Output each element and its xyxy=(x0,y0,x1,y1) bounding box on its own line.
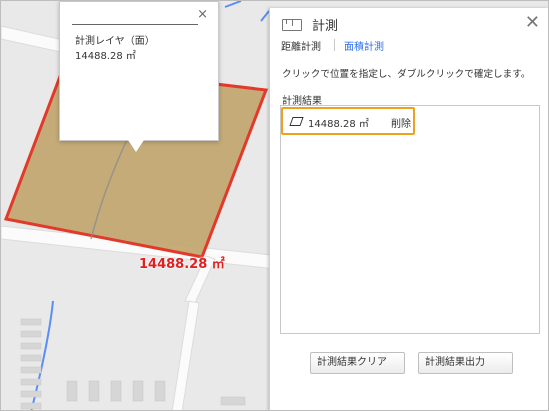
measurement-popup: × 計測レイヤ（面） 14488.28 ㎡ xyxy=(59,1,219,152)
map-area-label: 14488.28 ㎡ xyxy=(139,257,225,272)
tab-area[interactable]: 面積計測 xyxy=(344,38,384,53)
result-item[interactable]: 14488.28 ㎡ 削除 xyxy=(281,107,415,135)
instruction-text: クリックで位置を指定し、ダブルクリックで確定します。 xyxy=(282,69,531,80)
close-icon[interactable]: × xyxy=(197,7,208,22)
popup-title: 計測レイヤ（面） xyxy=(75,36,155,47)
measurement-panel: 計測 ✕ 距離計測 面積計測 クリックで位置を指定し、ダブルクリックで確定します… xyxy=(269,8,548,410)
result-value: 14488.28 ㎡ xyxy=(308,119,369,130)
export-results-button[interactable]: 計測結果出力 xyxy=(418,352,513,374)
application-frame: 14488.28 ㎡ × 計測レイヤ（面） 14488.28 ㎡ 計測 ✕ 距離… xyxy=(0,0,549,411)
panel-title: 計測 xyxy=(312,19,339,34)
popup-value: 14488.28 ㎡ xyxy=(75,51,136,62)
clear-results-button[interactable]: 計測結果クリア xyxy=(310,352,405,374)
close-icon[interactable]: ✕ xyxy=(525,12,540,33)
results-list: 14488.28 ㎡ 削除 xyxy=(280,105,540,334)
polygon-icon xyxy=(289,117,304,126)
ruler-icon xyxy=(282,19,302,31)
delete-button[interactable]: 削除 xyxy=(391,115,411,130)
popup-divider xyxy=(72,24,198,25)
tab-separator xyxy=(334,39,335,51)
tab-distance[interactable]: 距離計測 xyxy=(281,38,321,53)
